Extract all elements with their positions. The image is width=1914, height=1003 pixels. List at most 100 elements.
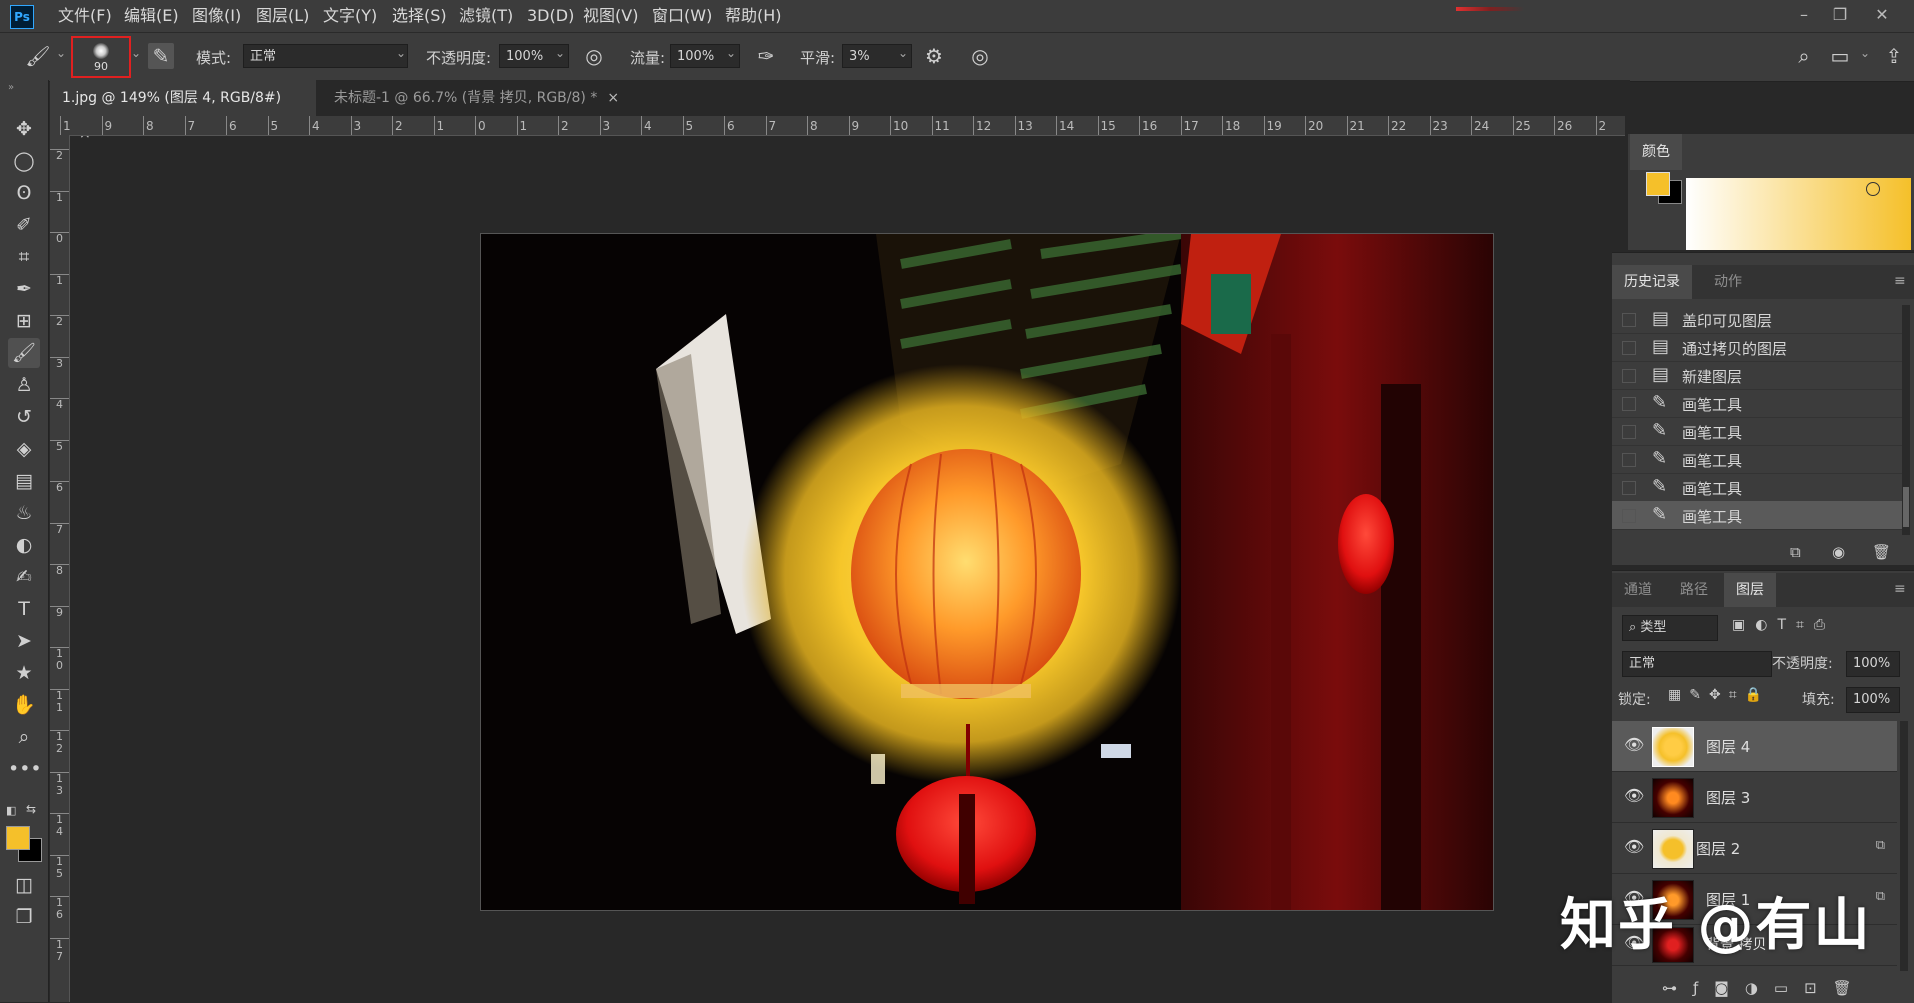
lasso-tool-icon[interactable]: ʘ xyxy=(8,178,40,208)
history-item[interactable]: ✎ 画笔工具 xyxy=(1612,445,1902,474)
brush-tool-icon[interactable]: 🖌 xyxy=(24,42,52,70)
shape-tool-icon[interactable]: ★ xyxy=(8,658,40,688)
history-item[interactable]: ▤ 盖印可见图层 xyxy=(1612,305,1902,334)
filter-icons[interactable]: ▣◐T⌗⎙ xyxy=(1732,617,1835,633)
type-tool-icon[interactable]: T xyxy=(8,594,40,624)
lock-icons[interactable]: ▦✎✥⌗🔒 xyxy=(1668,687,1770,703)
trash-icon[interactable]: 🗑 xyxy=(1872,543,1891,561)
pressure-size-icon[interactable]: ◎ xyxy=(966,42,994,70)
history-scroll-thumb[interactable] xyxy=(1903,487,1909,527)
menu-filter[interactable]: 滤镜(T) xyxy=(459,0,513,32)
workspace-icon[interactable]: ▭ xyxy=(1826,42,1854,70)
history-checkbox[interactable] xyxy=(1622,341,1636,355)
layer-thumbnail[interactable] xyxy=(1652,727,1694,767)
layer-name[interactable]: 图层 3 xyxy=(1706,787,1750,808)
restore-icon[interactable]: ❐ xyxy=(1828,4,1852,26)
layer-thumbnail[interactable] xyxy=(1652,778,1694,818)
history-checkbox[interactable] xyxy=(1622,509,1636,523)
link-layer-icon[interactable]: ⧉ xyxy=(1876,889,1885,904)
history-item[interactable]: ✎ 画笔工具 xyxy=(1612,417,1902,446)
flow-dropdown-icon[interactable]: ⌄ xyxy=(726,46,736,60)
menu-3d[interactable]: 3D(D) xyxy=(527,0,574,32)
link-layer-icon[interactable]: ⧉ xyxy=(1876,838,1885,853)
camera-snapshot-icon[interactable]: ◉ xyxy=(1832,543,1845,561)
pressure-opacity-icon[interactable]: ◎ xyxy=(580,42,608,70)
clone-stamp-tool-icon[interactable]: ♙ xyxy=(8,370,40,400)
menu-type[interactable]: 文字(Y) xyxy=(323,0,377,32)
panel-foreground-swatch[interactable] xyxy=(1646,172,1670,196)
tab-layers[interactable]: 图层 xyxy=(1724,573,1776,607)
layer-opacity-input[interactable]: 100% xyxy=(1846,651,1900,677)
history-checkbox[interactable] xyxy=(1622,397,1636,411)
eye-icon[interactable]: 👁 xyxy=(1624,837,1644,856)
layer-row-3[interactable]: 👁 图层 3 xyxy=(1612,772,1897,823)
close-tab-icon[interactable]: × xyxy=(607,90,619,106)
history-checkbox[interactable] xyxy=(1622,453,1636,467)
foreground-color-swatch[interactable] xyxy=(6,826,30,850)
tab-history[interactable]: 历史记录 xyxy=(1612,265,1692,299)
new-document-from-state-icon[interactable]: ⧉ xyxy=(1790,543,1801,561)
blur-tool-icon[interactable]: ♨ xyxy=(8,498,40,528)
dodge-tool-icon[interactable]: ◐ xyxy=(8,530,40,560)
brush-preset-picker[interactable]: 90 xyxy=(71,36,131,78)
layer-row-2[interactable]: 👁 图层 2 ⧉ xyxy=(1612,823,1897,874)
tool-preset-dropdown-icon[interactable]: ⌄ xyxy=(56,46,66,60)
tab-paths[interactable]: 路径 xyxy=(1668,573,1720,607)
swap-colors-icon[interactable]: ⇆ xyxy=(26,802,36,816)
menu-view[interactable]: 视图(V) xyxy=(583,0,638,32)
layer-filter-select[interactable]: ⌕ 类型 xyxy=(1622,615,1718,641)
layer-thumbnail[interactable] xyxy=(1652,829,1694,869)
search-icon[interactable]: ⌕ xyxy=(1790,42,1818,70)
menu-help[interactable]: 帮助(H) xyxy=(725,0,782,32)
collapse-toolbar-icon[interactable]: » xyxy=(8,82,14,93)
eye-icon[interactable]: 👁 xyxy=(1624,735,1644,754)
opacity-dropdown-icon[interactable]: ⌄ xyxy=(555,46,565,60)
history-item-selected[interactable]: ✎ 画笔工具 xyxy=(1612,501,1902,530)
airbrush-icon[interactable]: ✑ xyxy=(752,42,780,70)
history-item[interactable]: ✎ 画笔工具 xyxy=(1612,473,1902,502)
brush-tool-icon[interactable]: 🖌 xyxy=(8,338,40,368)
eye-icon[interactable]: 👁 xyxy=(1624,786,1644,805)
layers-footer-icons[interactable]: ⊶ƒ◙◑▭⊡🗑 xyxy=(1662,979,1868,997)
eraser-tool-icon[interactable]: ◈ xyxy=(8,434,40,464)
move-tool-icon[interactable]: ✥ xyxy=(8,114,40,144)
zoom-tool-icon[interactable]: ⌕ xyxy=(8,722,40,752)
menu-select[interactable]: 选择(S) xyxy=(392,0,447,32)
gradient-tool-icon[interactable]: ▤ xyxy=(8,466,40,496)
panel-menu-icon[interactable]: ≡ xyxy=(1894,581,1906,597)
mode-select[interactable]: 正常 xyxy=(243,44,408,68)
menu-edit[interactable]: 编辑(E) xyxy=(124,0,179,32)
history-scrollbar[interactable] xyxy=(1902,305,1910,535)
history-checkbox[interactable] xyxy=(1622,313,1636,327)
menu-layer[interactable]: 图层(L) xyxy=(256,0,309,32)
tab-channels[interactable]: 通道 xyxy=(1612,573,1664,607)
pen-tool-icon[interactable]: ✍ xyxy=(8,562,40,592)
eyedropper-tool-icon[interactable]: ✒ xyxy=(8,274,40,304)
history-checkbox[interactable] xyxy=(1622,369,1636,383)
healing-brush-tool-icon[interactable]: ⊞ xyxy=(8,306,40,336)
color-picker-handle[interactable] xyxy=(1866,182,1880,196)
close-icon[interactable]: ✕ xyxy=(1870,4,1894,26)
quick-mask-icon[interactable]: ◫ xyxy=(8,870,40,900)
layer-name[interactable]: 图层 4 xyxy=(1706,736,1750,757)
tab-1jpg[interactable]: 1.jpg @ 149% (图层 4, RGB/8#) *× xyxy=(50,80,316,142)
color-panel-title[interactable]: 颜色 xyxy=(1630,134,1682,170)
history-checkbox[interactable] xyxy=(1622,425,1636,439)
brush-preset-dropdown-icon[interactable]: ⌄ xyxy=(131,46,141,60)
canvas-image[interactable] xyxy=(480,233,1494,911)
screen-mode-icon[interactable]: ❐ xyxy=(8,902,40,932)
brush-settings-panel-icon[interactable]: ✎ xyxy=(148,43,174,69)
menu-window[interactable]: 窗口(W) xyxy=(652,0,712,32)
menu-file[interactable]: 文件(F) xyxy=(58,0,112,32)
share-icon[interactable]: ⇪ xyxy=(1880,42,1908,70)
marquee-tool-icon[interactable]: ◯ xyxy=(8,146,40,176)
fill-input[interactable]: 100% xyxy=(1846,687,1900,713)
history-item[interactable]: ✎ 画笔工具 xyxy=(1612,389,1902,418)
blend-mode-select[interactable]: 正常 xyxy=(1622,651,1772,677)
layer-row-4[interactable]: 👁 图层 4 xyxy=(1612,721,1897,772)
smoothing-dropdown-icon[interactable]: ⌄ xyxy=(898,46,908,60)
tab-untitled-1[interactable]: 未标题-1 @ 66.7% (背景 拷贝, RGB/8) * × xyxy=(322,80,692,116)
workspace-dropdown-icon[interactable]: ⌄ xyxy=(1860,46,1870,60)
history-brush-tool-icon[interactable]: ↺ xyxy=(8,402,40,432)
layers-scrollbar[interactable] xyxy=(1900,721,1908,971)
